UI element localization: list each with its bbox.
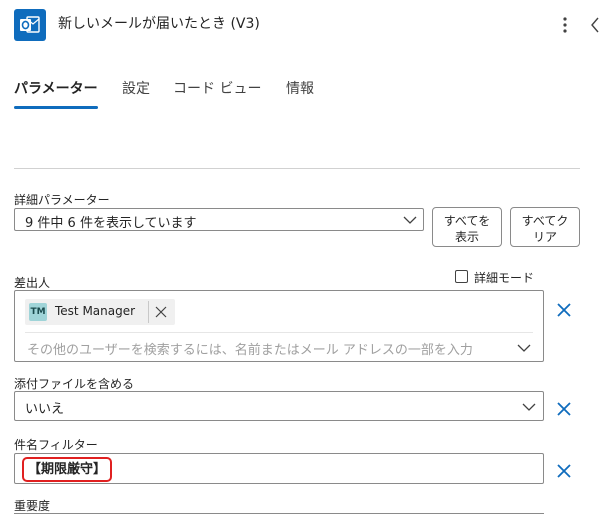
outlook-icon	[14, 9, 46, 41]
subject-filter-value: 【期限厳守】	[22, 457, 113, 482]
clear-from-icon[interactable]	[556, 302, 572, 318]
tab-parameters[interactable]: パラメーター	[14, 78, 98, 98]
chevron-down-icon	[522, 403, 536, 411]
section-divider	[14, 168, 580, 169]
person-chip: TM Test Manager	[25, 299, 175, 325]
tab-code-view[interactable]: コード ビュー	[173, 78, 261, 98]
chevron-down-icon[interactable]	[517, 343, 531, 353]
advanced-params-value: 9 件中 6 件を表示しています	[25, 216, 197, 231]
clear-attachments-icon[interactable]	[556, 401, 572, 417]
advanced-params-dropdown[interactable]: 9 件中 6 件を表示しています	[14, 208, 424, 231]
picker-divider	[25, 332, 533, 333]
include-attachments-label: 添付ファイルを含める	[14, 377, 135, 391]
avatar: TM	[29, 303, 47, 321]
active-tab-indicator	[14, 106, 98, 109]
chevron-down-icon	[403, 216, 417, 224]
people-search-input[interactable]: その他のユーザーを検索するには、名前またはメール アドレスの一部を入力	[27, 339, 473, 358]
detail-mode-checkbox[interactable]	[455, 270, 468, 283]
action-title: 新しいメールが届いたとき (V3)	[58, 16, 260, 32]
subject-filter-input[interactable]: 【期限厳守】	[14, 453, 544, 484]
detail-mode-label: 詳細モード	[474, 271, 535, 285]
action-header: 新しいメールが届いたとき (V3)	[0, 0, 611, 50]
show-all-button[interactable]: すべてを 表示	[432, 207, 502, 247]
from-people-picker[interactable]: TM Test Manager その他のユーザーを検索するには、名前またはメール…	[14, 290, 544, 362]
importance-label: 重要度	[14, 499, 51, 513]
collapse-panel-icon[interactable]	[588, 14, 602, 36]
more-options-icon[interactable]	[558, 14, 572, 36]
clear-all-button[interactable]: すべてク リア	[510, 207, 580, 247]
tab-settings[interactable]: 設定	[122, 78, 150, 98]
remove-chip-icon[interactable]	[153, 304, 169, 320]
from-label: 差出人	[14, 276, 51, 290]
chip-separator	[148, 301, 149, 323]
subject-filter-label: 件名フィルター	[14, 438, 98, 452]
advanced-params-label: 詳細パラメーター	[14, 193, 110, 207]
tab-about[interactable]: 情報	[286, 78, 314, 98]
clear-subject-icon[interactable]	[556, 463, 572, 479]
person-chip-name: Test Manager	[55, 304, 136, 318]
include-attachments-value: いいえ	[25, 402, 65, 417]
include-attachments-dropdown[interactable]: いいえ	[14, 391, 544, 421]
